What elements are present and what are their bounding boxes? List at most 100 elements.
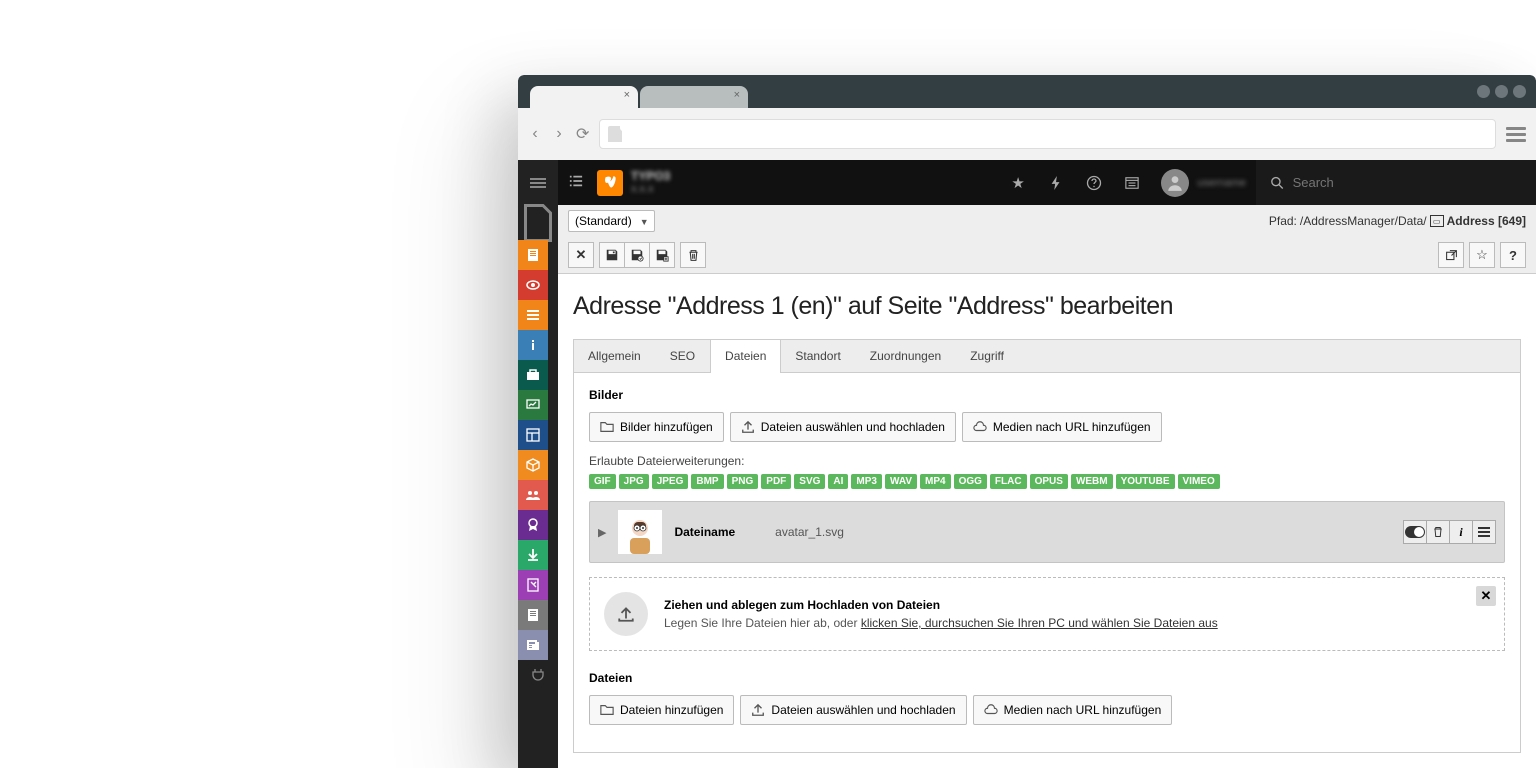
dropzone-subtitle: Legen Sie Ihre Dateien hier ab, oder kli… [664, 616, 1218, 630]
ext-tag: MP4 [920, 474, 951, 489]
open-new-window-button[interactable] [1438, 242, 1464, 268]
module-plug-icon[interactable] [518, 660, 558, 690]
search-icon [1270, 175, 1285, 191]
ext-tag: JPG [619, 474, 649, 489]
file-thumbnail [618, 510, 662, 554]
rail-collapse-icon[interactable] [518, 160, 558, 205]
ext-tag: YOUTUBE [1116, 474, 1175, 489]
window-controls[interactable] [1477, 85, 1526, 98]
dropzone-close-button[interactable]: ✕ [1476, 586, 1496, 606]
add-images-button[interactable]: Bilder hinzufügen [589, 412, 724, 442]
close-button[interactable]: ✕ [568, 242, 594, 268]
toggle-visibility-button[interactable] [1403, 520, 1427, 544]
browser-menu-icon[interactable] [1506, 124, 1526, 145]
search-input[interactable] [1293, 175, 1522, 190]
ext-tag: PDF [761, 474, 791, 489]
module-view-icon[interactable] [518, 270, 548, 300]
browser-titlebar: × × [518, 75, 1536, 108]
module-edit-icon[interactable] [518, 570, 548, 600]
ext-tag: GIF [589, 474, 616, 489]
tab-mappings[interactable]: Zuordnungen [856, 340, 956, 372]
user-menu[interactable]: username [1151, 169, 1256, 197]
tree-toggle-icon[interactable] [558, 174, 593, 191]
ext-tag: PNG [727, 474, 759, 489]
add-media-url-button[interactable]: Medien nach URL hinzufügen [962, 412, 1162, 442]
browser-window: × × ‹ › ⟳ [518, 75, 1536, 768]
module-layout-icon[interactable] [518, 420, 548, 450]
upload-icon [751, 703, 765, 717]
help-button[interactable]: ? [1500, 242, 1526, 268]
browser-tab-active[interactable]: × [530, 86, 638, 108]
ext-tag: OPUS [1030, 474, 1068, 489]
page-title: Adresse "Address 1 (en)" auf Seite "Addr… [573, 292, 1521, 321]
back-icon[interactable]: ‹ [528, 125, 542, 143]
language-selector[interactable]: (Standard) [568, 210, 655, 232]
tab-access[interactable]: Zugriff [956, 340, 1019, 372]
close-tab-icon[interactable]: × [624, 89, 630, 101]
topbar: TYPO3x.x.x ★ username [558, 160, 1536, 205]
module-info-icon[interactable] [518, 330, 548, 360]
module-doc-icon[interactable] [518, 600, 548, 630]
application-icon[interactable] [1113, 160, 1151, 205]
browse-link[interactable]: klicken Sie, durchsuchen Sie Ihren PC un… [861, 616, 1218, 630]
bookmark-star-icon[interactable]: ★ [999, 160, 1037, 205]
help-icon[interactable] [1075, 160, 1113, 205]
tab-general[interactable]: Allgemein [574, 340, 656, 372]
file-name: avatar_1.svg [775, 525, 844, 539]
record-type-icon: ▭ [1430, 215, 1444, 227]
section-images-label: Bilder [589, 388, 1505, 402]
upload-files-button[interactable]: Dateien auswählen und hochladen [730, 412, 956, 442]
browser-tab-inactive[interactable]: × [640, 86, 748, 108]
save-view-button[interactable] [624, 242, 650, 268]
module-users-icon[interactable] [518, 480, 548, 510]
ext-tag: JPEG [652, 474, 689, 489]
ext-tag: WAV [885, 474, 917, 489]
module-briefcase-icon[interactable] [518, 360, 548, 390]
delete-file-button[interactable] [1426, 520, 1450, 544]
module-presentation-icon[interactable] [518, 390, 548, 420]
avatar-icon [1161, 169, 1189, 197]
cloud-icon [973, 420, 987, 434]
section-files-label: Dateien [589, 671, 1505, 685]
upload-icon [741, 420, 755, 434]
tab-nav: Allgemein SEO Dateien Standort Zuordnung… [573, 339, 1521, 372]
ext-tags: GIF JPG JPEG BMP PNG PDF SVG AI MP3 WAV … [589, 474, 1505, 489]
add-files-button[interactable]: Dateien hinzufügen [589, 695, 734, 725]
tab-location[interactable]: Standort [781, 340, 855, 372]
bookmark-button[interactable]: ☆ [1469, 242, 1495, 268]
save-button[interactable] [599, 242, 625, 268]
expand-icon[interactable]: ▶ [598, 526, 606, 539]
cloud-icon [984, 703, 998, 717]
logo-area: TYPO3x.x.x [593, 170, 670, 196]
upload-files-button-2[interactable]: Dateien auswählen und hochladen [740, 695, 966, 725]
add-media-url-button-2[interactable]: Medien nach URL hinzufügen [973, 695, 1173, 725]
module-box-icon[interactable] [518, 450, 548, 480]
module-orange-page-icon[interactable] [518, 240, 548, 270]
flash-icon[interactable] [1037, 160, 1075, 205]
module-page-icon[interactable] [518, 205, 558, 240]
dropzone[interactable]: Ziehen und ablegen zum Hochladen von Dat… [589, 577, 1505, 651]
delete-button[interactable] [680, 242, 706, 268]
ext-tag: MP3 [851, 474, 882, 489]
tab-files[interactable]: Dateien [710, 339, 781, 373]
ext-tag: OGG [954, 474, 987, 489]
module-list-icon[interactable] [518, 300, 548, 330]
info-file-button[interactable]: i [1449, 520, 1473, 544]
drag-handle-icon[interactable] [1472, 520, 1496, 544]
file-item[interactable]: ▶ Dateiname avatar_1.svg i [589, 501, 1505, 563]
docheader: (Standard) Pfad: /AddressManager/Data/ ▭… [558, 205, 1536, 274]
forward-icon[interactable]: › [552, 125, 566, 143]
folder-icon [600, 420, 614, 434]
tab-seo[interactable]: SEO [656, 340, 710, 372]
file-label: Dateiname [674, 525, 735, 539]
module-news-icon[interactable] [518, 630, 548, 660]
close-tab-icon[interactable]: × [734, 89, 740, 101]
reload-icon[interactable]: ⟳ [576, 124, 589, 144]
search-area[interactable] [1256, 160, 1536, 205]
module-award-icon[interactable] [518, 510, 548, 540]
save-new-button[interactable] [649, 242, 675, 268]
module-download-icon[interactable] [518, 540, 548, 570]
url-bar[interactable] [599, 119, 1496, 149]
ext-tag: SVG [794, 474, 825, 489]
allowed-ext-label: Erlaubte Dateierweiterungen: [589, 454, 1505, 468]
